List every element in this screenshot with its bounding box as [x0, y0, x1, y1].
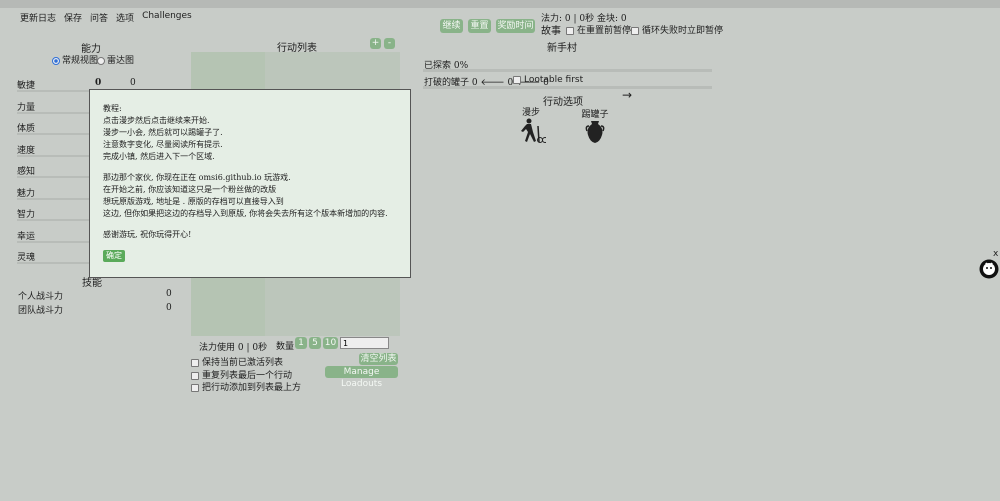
- amount-label: 数量: [276, 342, 295, 352]
- radio-icon[interactable]: [52, 56, 60, 65]
- tutorial-line: 注意数字变化, 尽量阅读所有提示.: [103, 140, 223, 149]
- tutorial-line: 感谢游玩, 祝你玩得开心!: [103, 230, 192, 239]
- top-strip: [0, 0, 1000, 8]
- view-normal[interactable]: 常规视图: [52, 53, 98, 66]
- collapse-button[interactable]: -: [384, 38, 395, 49]
- view-normal-label: 常规视图: [62, 56, 99, 66]
- checkbox[interactable]: [566, 26, 574, 35]
- checkbox[interactable]: [191, 371, 199, 380]
- menu-save[interactable]: 保存: [64, 11, 82, 24]
- fan-version-text: 那边那个家伙, 你现在正在 omsi6.github.io 玩游戏. 在开始之前…: [103, 172, 397, 220]
- skill-value: 0: [166, 289, 172, 299]
- lootable-first-label: Lootable first: [524, 75, 584, 85]
- github-icon[interactable]: [979, 259, 999, 279]
- tutorial-line: 点击漫步然后点击继续来开始.: [103, 116, 210, 125]
- action-option-wander[interactable]: 漫步: [518, 105, 548, 147]
- hiker-icon: [521, 118, 548, 143]
- tutorial-line: 完成小镇, 然后进入下一个区域.: [103, 152, 215, 161]
- menu-faq[interactable]: 问答: [90, 11, 108, 24]
- ok-button[interactable]: 确定: [103, 250, 125, 262]
- pause-before-reset[interactable]: 在重置前暂停: [566, 23, 631, 36]
- checkbox[interactable]: [631, 26, 639, 35]
- tutorial-line: 那边那个家伙, 你现在正在 omsi6.github.io 玩游戏.: [103, 173, 291, 182]
- skill-name: 个人战斗力: [18, 292, 64, 302]
- continue-button[interactable]: 继续: [440, 19, 463, 33]
- keep-active-option[interactable]: 保持当前已激活列表: [191, 355, 283, 368]
- vase-icon: [585, 121, 605, 143]
- pots-bar: [423, 86, 712, 89]
- explored-bar: [423, 69, 712, 72]
- tutorial-line: 想玩原版游戏, 地址是 . 原版的存档可以直接导入到: [103, 197, 284, 206]
- tutorial-dialog: 教程: 点击漫步然后点击继续来开始. 漫步一小会, 然后就可以踢罐子了. 注意数…: [89, 89, 411, 278]
- skill-name: 团队战斗力: [18, 306, 64, 316]
- stat-value: 0: [130, 78, 136, 88]
- expand-button[interactable]: +: [370, 38, 381, 49]
- amount-10-button[interactable]: 10: [323, 337, 338, 349]
- manage-loadouts-button[interactable]: Manage Loadouts: [325, 366, 398, 389]
- radio-icon[interactable]: [97, 56, 105, 65]
- checkbox[interactable]: [191, 358, 199, 367]
- add-top-label: 把行动添加到列表最上方: [202, 383, 302, 393]
- add-top-option[interactable]: 把行动添加到列表最上方: [191, 380, 301, 393]
- story-link[interactable]: 故事: [541, 22, 561, 37]
- top-menu: 更新日志 保存 问答 选项 Challenges: [20, 11, 192, 24]
- town-title: 新手村: [547, 43, 577, 54]
- reset-button[interactable]: 重置: [468, 19, 491, 33]
- tutorial-line: 漫步一小会, 然后就可以踢罐子了.: [103, 128, 223, 137]
- smash-pots-label: 踢罐子: [581, 110, 609, 120]
- menu-changelog[interactable]: 更新日志: [20, 11, 56, 24]
- amount-1-button[interactable]: 1: [295, 337, 307, 349]
- checkbox[interactable]: [513, 75, 521, 84]
- thanks-text: 感谢游玩, 祝你玩得开心!: [103, 229, 397, 241]
- skill-value: 0: [166, 303, 172, 313]
- pause-before-reset-label: 在重置前暂停: [577, 26, 632, 36]
- view-radar-label: 雷达图: [107, 56, 135, 66]
- keep-active-label: 保持当前已激活列表: [202, 358, 284, 368]
- amount-input[interactable]: [340, 337, 389, 349]
- tutorial-text: 教程: 点击漫步然后点击继续来开始. 漫步一小会, 然后就可以踢罐子了. 注意数…: [103, 103, 397, 163]
- bonus-time-button[interactable]: 奖励时间: [496, 19, 535, 33]
- wander-label: 漫步: [521, 108, 540, 118]
- mana-used: 法力使用 0 | 0秒: [199, 343, 268, 353]
- tutorial-line: 这边, 但你如果把这边的存档导入到原版, 你将会失去所有这个版本新增加的内容.: [103, 209, 388, 218]
- menu-options[interactable]: 选项: [116, 11, 134, 24]
- close-icon[interactable]: x: [993, 249, 998, 259]
- amount-5-button[interactable]: 5: [309, 337, 321, 349]
- stat-level: 0: [95, 78, 102, 88]
- pause-on-fail[interactable]: 循环失败时立即暂停: [631, 23, 723, 36]
- next-town-arrow-icon[interactable]: →: [622, 88, 632, 102]
- view-radar[interactable]: 雷达图: [97, 53, 134, 66]
- action-option-smash-pots[interactable]: 踢罐子: [581, 107, 609, 147]
- checkbox[interactable]: [191, 383, 199, 392]
- pause-on-fail-label: 循环失败时立即暂停: [642, 26, 724, 36]
- menu-challenges[interactable]: Challenges: [142, 11, 192, 24]
- clear-list-button[interactable]: 清空列表: [359, 353, 398, 365]
- tutorial-line: 在开始之前, 你应该知道这只是一个粉丝做的改版: [103, 185, 277, 194]
- tutorial-line: 教程:: [103, 104, 122, 113]
- lootable-first-option[interactable]: Lootable first: [513, 75, 583, 85]
